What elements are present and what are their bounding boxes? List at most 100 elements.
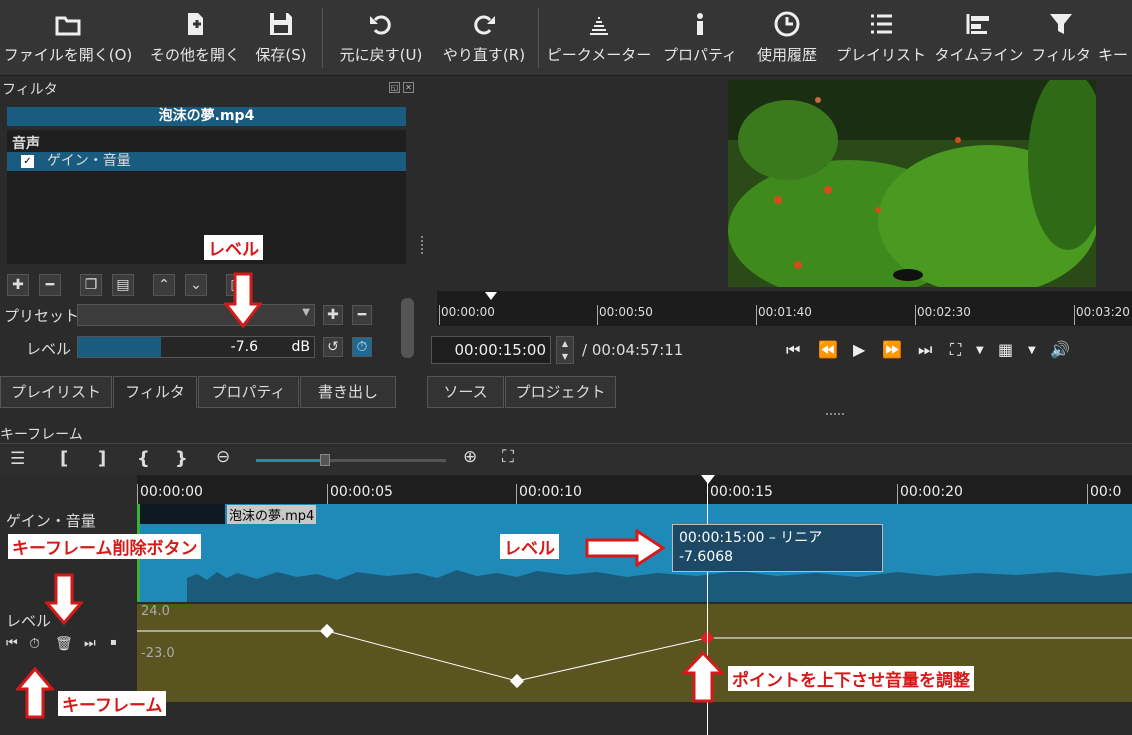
keyframe-curve — [137, 630, 1132, 682]
annotation-level-timeline: レベル — [500, 534, 559, 559]
info-icon — [697, 13, 703, 35]
keyframe-toggle-icon[interactable]: ⏱ — [352, 337, 372, 357]
keyframes-button[interactable]: キー — [1098, 0, 1132, 76]
zoom-slider[interactable] — [256, 454, 446, 466]
ruler-tick: 00:0 — [1087, 484, 1121, 504]
save-button[interactable]: 保存(S) — [250, 0, 312, 76]
splitter-handle[interactable] — [421, 236, 423, 254]
tab-playlist[interactable]: プレイリスト — [0, 376, 112, 408]
clip-name: 泡沫の夢.mp4 — [227, 505, 317, 524]
peak-meter-label: ピークメーター — [546, 46, 652, 64]
volume-icon[interactable]: 🔊 — [1050, 340, 1070, 359]
playlist-label: プレイリスト — [836, 46, 927, 64]
move-down-button[interactable]: ⌄ — [185, 274, 207, 296]
zoom-slider-handle[interactable] — [320, 454, 330, 466]
filter-item-gain[interactable]: ✓ ゲイン・音量 — [7, 152, 406, 171]
chevron-down-icon[interactable]: ▼ — [976, 345, 984, 356]
previous-keyframe-icon[interactable]: ⏮ — [6, 636, 18, 651]
arrow-down-icon — [45, 573, 83, 625]
reset-icon[interactable]: ↺ — [323, 337, 343, 357]
zoom-fit-icon[interactable]: ⛶ — [502, 447, 514, 467]
tab-properties[interactable]: プロパティ — [198, 376, 299, 408]
save-label: 保存(S) — [255, 46, 307, 64]
timecode-spinner[interactable]: ▲ ▼ — [556, 336, 574, 364]
close-icon[interactable]: ✕ — [403, 82, 414, 93]
set-filter-out-icon[interactable]: } — [175, 448, 188, 469]
timecode-input[interactable]: 00:00:15:00 — [431, 336, 551, 364]
meter-icon — [590, 17, 608, 35]
open-other-button[interactable]: その他を開く — [140, 0, 250, 76]
toolbar-separator — [538, 8, 539, 68]
skip-next-icon[interactable]: ⏭ — [918, 340, 932, 360]
tab-source[interactable]: ソース — [427, 376, 504, 408]
annotation-keyframe: キーフレーム — [58, 691, 167, 716]
keyframe-curve-area[interactable]: 24.0 -23.0 — [137, 604, 1132, 702]
ruler-tick: 00:02:30 — [915, 305, 971, 325]
checkbox-icon[interactable]: ✓ — [21, 155, 34, 168]
zoom-slider-fill — [256, 459, 324, 462]
timeline-button[interactable]: タイムライン — [934, 0, 1024, 76]
playlist-button[interactable]: プレイリスト — [836, 0, 926, 76]
zoom-in-icon[interactable]: ⊕ — [463, 447, 477, 467]
redo-button[interactable]: やり直す(R) — [438, 0, 530, 76]
annotation-delete-button: キーフレーム削除ボタン — [8, 534, 202, 559]
tooltip-time: 00:00:15:00 – リニア — [679, 530, 823, 546]
arrow-up-icon — [682, 651, 724, 703]
ruler-tick: 00:00:15 — [707, 484, 773, 504]
set-in-icon[interactable]: [ — [60, 448, 68, 469]
keyframe-toggle-icon[interactable]: ⏱ — [29, 636, 40, 652]
level-value[interactable]: -7.6 — [231, 339, 258, 355]
tab-export[interactable]: 書き出し — [300, 376, 396, 408]
level-slider[interactable]: -7.6 dB — [77, 336, 315, 358]
skip-previous-icon[interactable]: ⏮ — [786, 340, 800, 360]
save-preset-button[interactable]: ✚ — [323, 305, 343, 325]
chevron-down-icon: ▼ — [302, 307, 310, 318]
keyframes-ruler[interactable]: 00:00:00 00:00:05 00:00:10 00:00:15 00:0… — [137, 475, 1132, 504]
next-keyframe-icon[interactable]: ⏭ — [84, 636, 96, 651]
chevron-down-icon[interactable]: ▼ — [1028, 345, 1036, 356]
zoom-fit-icon[interactable]: ⛶ — [950, 340, 961, 360]
set-filter-in-icon[interactable]: { — [137, 448, 150, 469]
ruler-tick: 00:00:10 — [516, 484, 582, 504]
filter-category: 音声 — [12, 136, 40, 152]
player-ruler[interactable]: 00:00:00 00:00:50 00:01:40 00:02:30 00:0… — [437, 291, 1132, 326]
tab-project[interactable]: プロジェクト — [505, 376, 616, 408]
move-up-button[interactable]: ⌃ — [153, 274, 175, 296]
scrollbar[interactable] — [401, 298, 414, 358]
delete-preset-button[interactable]: ━ — [352, 305, 372, 325]
filter-panel-header: フィルタ ◱ ✕ — [0, 78, 420, 98]
splitter-handle[interactable] — [826, 413, 844, 415]
filter-file-name: 泡沫の夢.mp4 — [7, 107, 406, 126]
undo-label: 元に戻す(U) — [339, 46, 423, 64]
grid-icon[interactable]: ▦ — [998, 340, 1013, 359]
undo-button[interactable]: 元に戻す(U) — [332, 0, 430, 76]
copy-filter-button[interactable]: ❐ — [80, 274, 102, 296]
timecode-value: 00:00:15:00 — [454, 341, 546, 359]
lock-icon[interactable]: ▪ — [110, 637, 117, 648]
fast-forward-icon[interactable]: ⏩ — [882, 340, 902, 359]
peak-meter-button[interactable]: ピークメーター — [545, 0, 653, 76]
play-icon[interactable]: ▶ — [853, 340, 865, 359]
remove-filter-button[interactable]: ━ — [39, 274, 61, 296]
zoom-out-icon[interactable]: ⊖ — [216, 447, 230, 467]
history-button[interactable]: 使用履歴 — [746, 0, 828, 76]
set-out-icon[interactable]: ] — [98, 448, 106, 469]
trash-icon[interactable]: 🗑 — [55, 636, 73, 652]
paste-filter-button[interactable]: ▤ — [112, 274, 134, 296]
preset-select[interactable]: ▼ — [77, 304, 315, 326]
player-playhead[interactable] — [485, 292, 497, 300]
clip-thumbnail — [137, 504, 225, 524]
arrow-down-icon — [224, 272, 262, 328]
playhead-marker[interactable] — [701, 475, 715, 484]
tab-filters[interactable]: フィルタ — [113, 376, 197, 408]
annotation-adjust: ポイントを上下させ音量を調整 — [728, 666, 974, 691]
keyframes-panel-title: キーフレーム — [0, 427, 83, 443]
ruler-tick: 00:00:00 — [137, 484, 203, 504]
menu-icon[interactable]: ☰ — [10, 449, 25, 469]
filters-button[interactable]: フィルタ — [1030, 0, 1092, 76]
add-filter-button[interactable]: ✚ — [7, 274, 29, 296]
rewind-icon[interactable]: ⏪ — [818, 340, 838, 359]
open-file-button[interactable]: ファイルを開く(O) — [4, 0, 132, 76]
float-icon[interactable]: ◱ — [389, 82, 400, 93]
properties-button[interactable]: プロパティ — [660, 0, 740, 76]
